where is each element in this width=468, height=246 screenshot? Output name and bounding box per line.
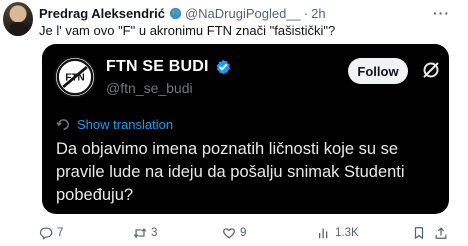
quoted-display-name[interactable]: FTN SE BUDI [106, 58, 209, 76]
share-button[interactable] [434, 226, 452, 240]
bookmark-button[interactable] [412, 226, 430, 240]
views-icon [318, 228, 328, 239]
reply-count: 7 [57, 227, 64, 239]
repost-icon [133, 228, 147, 238]
repost-count: 3 [151, 227, 158, 239]
author-display-name[interactable]: Predrag Aleksendrić [39, 6, 165, 21]
views-count: 1.3K [335, 227, 359, 239]
reply-button[interactable]: 7 [39, 226, 63, 240]
like-icon [223, 228, 235, 239]
grok-icon[interactable] [421, 60, 441, 80]
quoted-post-card[interactable]: FTN FTN SE BUDI @ftn_se_budi Follow Show… [42, 44, 449, 214]
like-button[interactable]: 9 [222, 226, 246, 240]
post-text: Je l' vam ovo "F" u akronimu FTN znači "… [39, 23, 336, 38]
bookmark-icon [414, 227, 424, 239]
quoted-post-text: Da objavimo imena poznatih ličnosti koje… [56, 140, 405, 204]
quoted-avatar[interactable]: FTN [54, 56, 96, 98]
share-icon [435, 227, 447, 239]
quoted-name-row: FTN SE BUDI [106, 58, 231, 76]
post-time[interactable]: 2h [311, 6, 325, 21]
more-icon[interactable]: ··· [433, 5, 450, 21]
repost-button[interactable]: 3 [133, 226, 157, 240]
separator-dot: · [303, 5, 309, 21]
quoted-handle[interactable]: @ftn_se_budi [106, 80, 193, 96]
follow-button[interactable]: Follow [348, 58, 408, 84]
post-header: Predrag Aleksendrić @NaDrugiPogled__ · 2… [39, 5, 460, 21]
reply-icon [39, 227, 53, 240]
action-bar: 7 3 9 1.3K [39, 226, 458, 242]
show-translation-label[interactable]: Show translation [77, 117, 173, 132]
verified-icon [216, 59, 230, 75]
views-button[interactable]: 1.3K [317, 226, 359, 240]
show-translation-link[interactable]: Show translation [56, 117, 173, 132]
like-count: 9 [240, 227, 247, 239]
author-avatar[interactable] [3, 2, 33, 36]
globe-icon [169, 7, 182, 19]
translate-icon [56, 119, 69, 130]
author-handle[interactable]: @NaDrugiPogled__ [185, 6, 301, 21]
